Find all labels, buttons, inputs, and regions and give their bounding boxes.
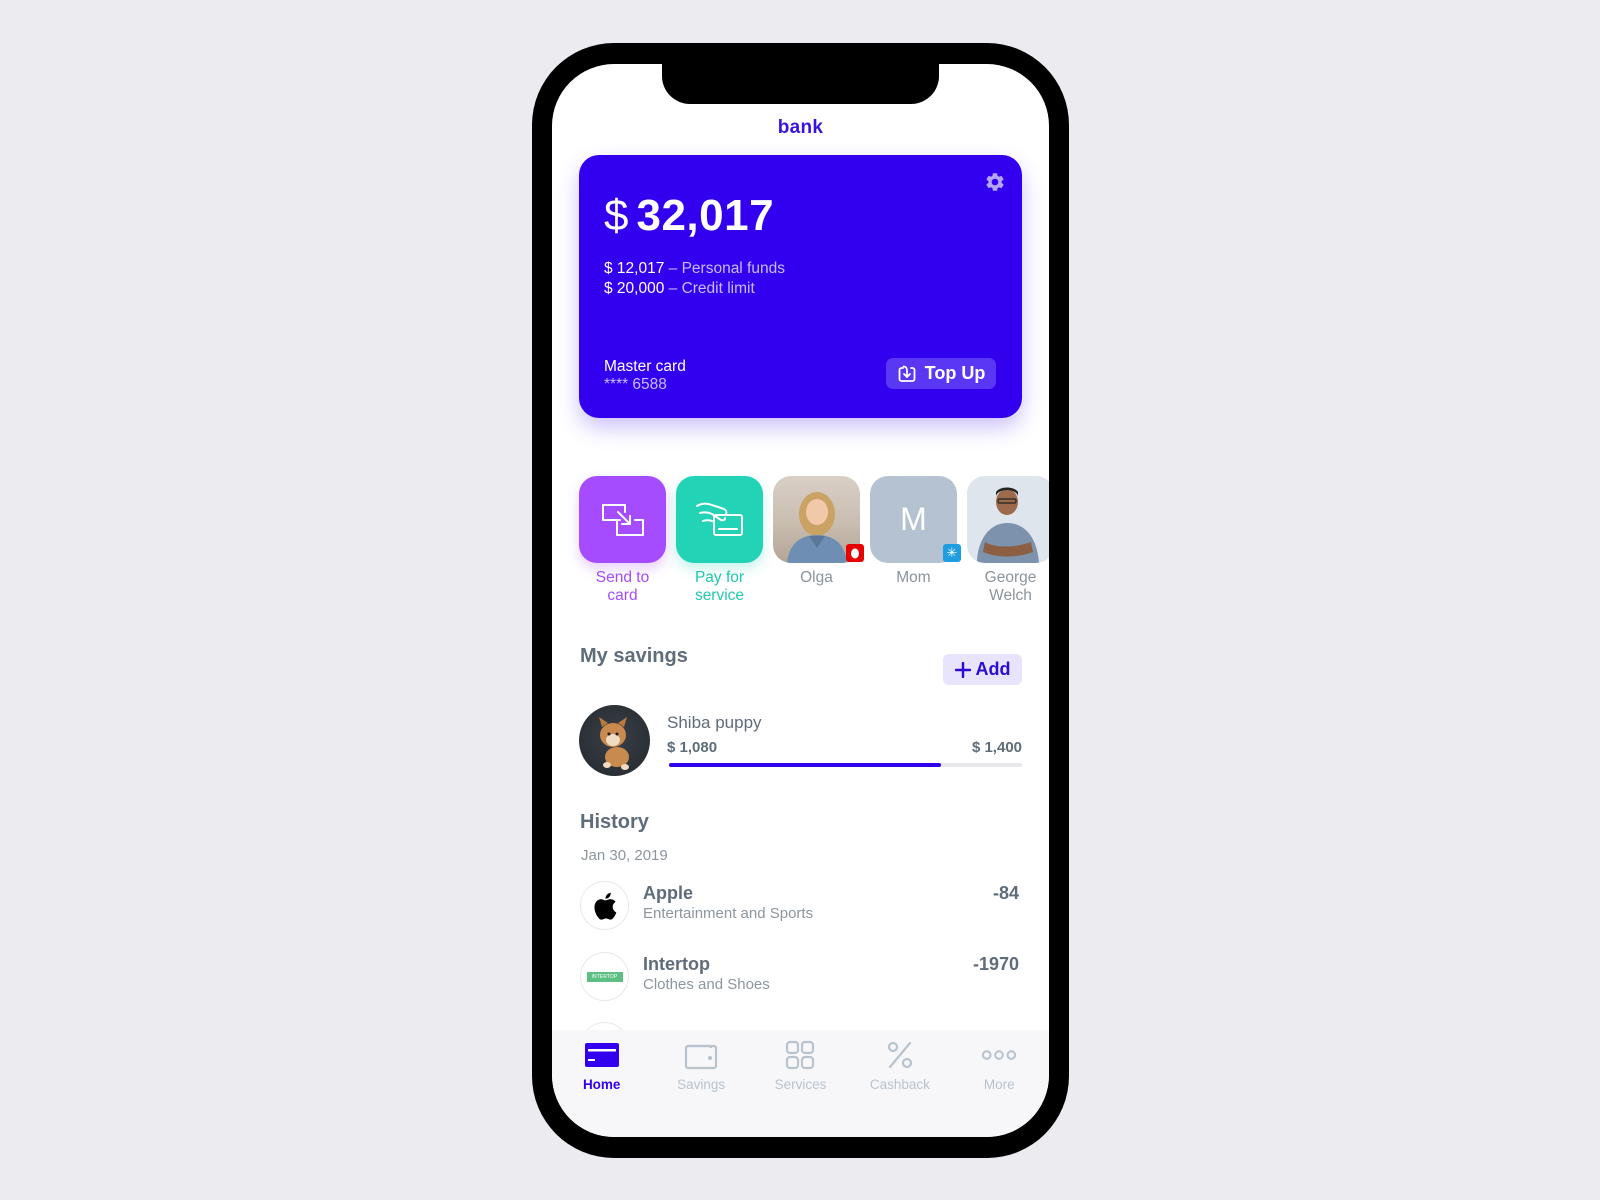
send-to-card-label: Send to card	[595, 569, 650, 604]
currency-symbol: $	[604, 191, 629, 240]
transaction-category: Entertainment and Sports	[643, 905, 814, 922]
pay-for-service-tile	[676, 476, 763, 563]
mom-avatar: M ✳	[870, 476, 961, 563]
hand-card-icon	[695, 502, 743, 536]
transaction-category: Clothes and Shoes	[643, 976, 770, 993]
history-title: History	[580, 811, 649, 833]
send-to-card-tile	[579, 476, 666, 563]
tab-label: Home	[582, 1077, 621, 1092]
tab-label: Savings	[677, 1077, 726, 1092]
mom-label: Mom	[896, 569, 931, 586]
separator: –	[664, 280, 682, 297]
saving-avatar	[579, 705, 650, 776]
credit-limit-label: Credit limit	[681, 280, 755, 297]
transaction-row[interactable]: Apple Entertainment and Sports -84	[579, 881, 1022, 933]
intertop-logo-icon: INTERTOP	[586, 971, 623, 982]
vodafone-badge-icon	[846, 544, 864, 562]
card-info: Master card **** 6588	[604, 358, 686, 394]
phone-frame: bank $ 32,017 $ 12,017 – Personal funds …	[532, 43, 1069, 1158]
shiba-puppy-photo	[599, 717, 629, 770]
kyivstar-badge-icon: ✳	[943, 544, 961, 562]
plus-icon	[954, 661, 971, 678]
top-up-button[interactable]: Top Up	[886, 358, 996, 389]
contact-george-welch[interactable]: George Welch	[967, 476, 1049, 605]
saving-name: Shiba puppy	[667, 713, 762, 732]
tab-label: More	[983, 1077, 1015, 1092]
card-number: **** 6588	[604, 376, 667, 393]
credit-limit-value: $ 20,000	[604, 280, 665, 297]
merchant-name: Apple	[643, 883, 694, 903]
quick-action-pay-for-service[interactable]: Pay for service	[676, 476, 763, 605]
personal-funds-label: Personal funds	[681, 260, 785, 277]
pay-for-service-label: Pay for service	[694, 569, 745, 604]
total-balance: $ 32,017	[604, 191, 774, 241]
olga-avatar	[773, 476, 864, 563]
quick-action-send-to-card[interactable]: Send to card	[579, 476, 666, 605]
app-logo: bank	[777, 117, 824, 138]
tab-label: Services	[774, 1077, 827, 1092]
george-photo	[967, 476, 1049, 563]
saving-item[interactable]: Shiba puppy $ 1,080 $ 1,400	[579, 705, 1022, 777]
tab-cashback[interactable]: Cashback	[850, 1030, 949, 1137]
george-avatar	[967, 476, 1049, 563]
olga-label: Olga	[800, 569, 833, 586]
tab-savings[interactable]: Savings	[651, 1030, 750, 1137]
credit-limit-line: $ 20,000 – Credit limit	[604, 279, 785, 299]
percent-icon	[882, 1039, 918, 1071]
merchant-logo	[580, 881, 629, 930]
merchant-name: Intertop	[643, 954, 710, 974]
tab-more[interactable]: More	[950, 1030, 1049, 1137]
quick-actions-row: Send to card Pay for service Olga M ✳ Mo…	[579, 476, 1049, 605]
contact-olga[interactable]: Olga	[773, 476, 864, 605]
contact-mom[interactable]: M ✳ Mom	[870, 476, 961, 605]
savings-title: My savings	[580, 645, 688, 667]
separator: –	[664, 260, 682, 277]
history-date: Jan 30, 2019	[581, 847, 668, 864]
wallet-icon	[683, 1039, 719, 1071]
saving-progress-track	[669, 763, 1022, 767]
grid-icon	[782, 1039, 818, 1071]
mom-initial: M	[900, 501, 927, 537]
saving-progress-fill	[669, 763, 942, 767]
transaction-amount: -84	[992, 883, 1019, 903]
personal-funds-value: $ 12,017	[604, 260, 665, 277]
total-amount: 32,017	[636, 191, 775, 240]
balance-breakdown: $ 12,017 – Personal funds $ 20,000 – Cre…	[604, 259, 785, 299]
saving-current-amount: $ 1,080	[667, 739, 718, 756]
card-icon	[584, 1039, 620, 1071]
add-label: Add	[975, 659, 1011, 679]
device-notch	[662, 64, 939, 104]
apple-logo-icon	[593, 892, 616, 920]
transaction-row[interactable]: INTERTOP Intertop Clothes and Shoes -197…	[579, 952, 1022, 1004]
card-name: Master card	[604, 358, 686, 375]
download-tray-icon	[898, 365, 916, 382]
george-welch-label: George Welch	[984, 569, 1037, 604]
top-up-label: Top Up	[924, 363, 986, 383]
app-screen: bank $ 32,017 $ 12,017 – Personal funds …	[552, 64, 1049, 1137]
transfer-icon	[601, 503, 644, 536]
add-saving-button[interactable]: Add	[943, 654, 1022, 685]
tab-home[interactable]: Home	[552, 1030, 651, 1137]
tab-label: Cashback	[869, 1077, 930, 1092]
gear-icon[interactable]	[984, 171, 1006, 193]
bottom-tab-bar: Home Savings Services Cashback More	[552, 1030, 1049, 1137]
tab-services[interactable]: Services	[751, 1030, 850, 1137]
merchant-logo: INTERTOP	[580, 952, 629, 1001]
transaction-amount: -1970	[972, 954, 1019, 974]
more-dots-icon	[981, 1039, 1017, 1071]
balance-card[interactable]: $ 32,017 $ 12,017 – Personal funds $ 20,…	[579, 155, 1022, 418]
personal-funds-line: $ 12,017 – Personal funds	[604, 259, 785, 279]
saving-goal-amount: $ 1,400	[971, 739, 1022, 756]
